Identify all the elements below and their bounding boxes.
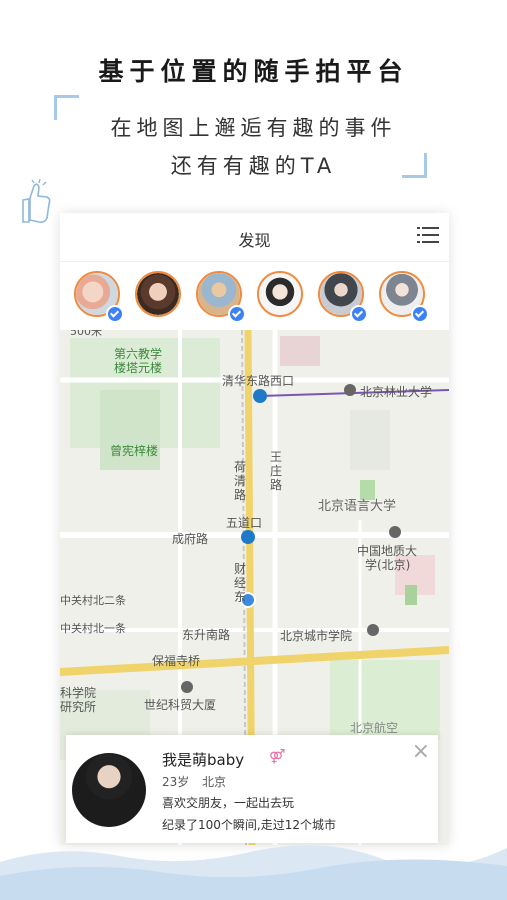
subheadline-2: 还有有趣的TA [170,154,337,178]
map-label: 学(北京) [365,558,411,572]
profile-bio: 喜欢交朋友，一起出去玩 [162,796,295,810]
profile-card[interactable]: 我是萌baby ⚤ 23岁 北京 喜欢交朋友，一起出去玩 纪录了100个瞬间,走… [66,735,438,843]
map-label: 中关村北一条 [60,622,126,635]
avatar[interactable] [135,271,181,317]
app-frame: 发现 500米 第六教学 楼塔元楼 清华东路西口 北京林业大学 曾宪梓楼 荷 清… [60,213,449,845]
profile-name: 我是萌baby [162,751,245,769]
map-label: 研究所 [60,700,97,714]
map-label: 中关村北二条 [60,594,126,607]
verified-badge-icon [350,305,368,323]
bracket-decoration-bottom-right [402,153,427,178]
verified-badge-icon [411,305,429,323]
map-label: 北京林业大学 [360,385,433,399]
map-scale: 500米 [70,330,102,338]
avatar[interactable] [72,753,146,827]
profile-age: 23岁 [162,775,190,789]
profile-stats: 纪录了100个瞬间,走过12个城市 [162,818,336,832]
map-label: 北京航空 [350,721,399,735]
gender-icon: ⚤ [269,749,286,765]
close-icon[interactable]: × [412,741,430,763]
map-label: 清 [234,474,247,488]
thumbs-up-doodle-icon [22,178,51,223]
list-icon[interactable] [417,227,439,247]
map-label: 北京城市学院 [280,629,353,643]
subheadline-1: 在地图上邂逅有趣的事件 [110,116,397,140]
top-bar: 发现 [60,213,449,262]
wave-decoration [0,845,507,900]
map-label: 经 [234,576,247,590]
user-avatar-strip [60,263,449,329]
map-label: 东升南路 [182,628,231,642]
verified-badge-icon [106,305,124,323]
map-label: 路 [234,488,247,502]
profile-city: 北京 [202,775,227,789]
map-label: 保福寺桥 [152,654,201,668]
map-label: 东 [234,590,247,604]
avatar[interactable] [257,271,303,317]
map-label: 财 [234,562,247,576]
verified-badge-icon [228,305,246,323]
map-label: 曾宪梓楼 [110,444,159,458]
map-label: 庄 [270,464,283,478]
map-label: 五道口 [226,516,263,530]
map-label: 清华东路西口 [222,374,295,388]
headline: 基于位置的随手拍平台 [98,57,409,86]
map-label: 王 [270,450,283,464]
page-title: 发现 [238,231,271,250]
map-label: 荷 [234,460,247,474]
map-label: 北京语言大学 [318,499,397,514]
map-label: 路 [270,478,283,492]
map-label: 楼塔元楼 [114,361,163,375]
map-label: 成府路 [172,532,209,546]
map-label: 世纪科贸大厦 [144,698,217,712]
